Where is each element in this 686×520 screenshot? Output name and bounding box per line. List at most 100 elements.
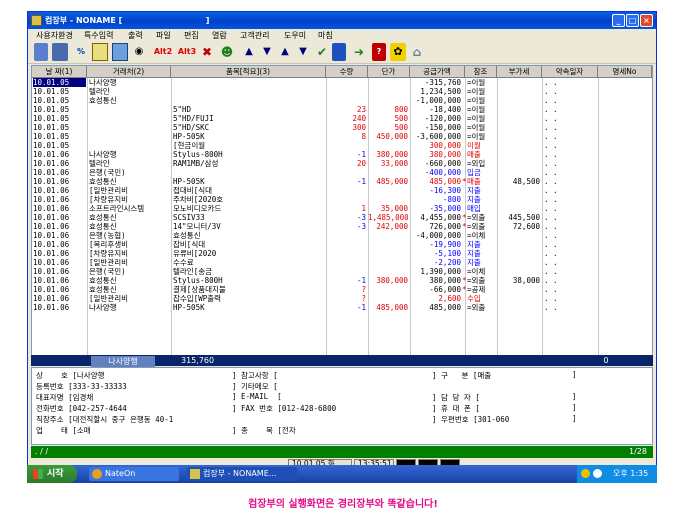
table-row[interactable]: 10.01.05 [현금이월 300,000 이월 . . xyxy=(32,141,652,150)
cell-amount: -400,000 xyxy=(424,168,461,177)
table-row[interactable]: 10.01.05 5"HD/SKC 300 500 -150,000 =이월 . . xyxy=(32,123,652,132)
cell-qty xyxy=(326,96,366,105)
table-row[interactable]: 10.01.06 나사양행 Stylus-800H -1 380,000 380,000 매… xyxy=(32,150,652,159)
cell-vat xyxy=(497,303,540,312)
cell-price: 800 xyxy=(394,105,408,114)
table-row[interactable]: 10.01.05 효성통신 -1,000,000 =이월 . . xyxy=(32,96,652,105)
info-rep[interactable]: 대표자명 [임경채 xyxy=(36,392,93,403)
table-row[interactable]: 10.01.05 5"HD/FUJI 240 500 -120,000 =이월 . . xyxy=(32,114,652,123)
smiley-icon[interactable]: ☻ xyxy=(218,43,236,61)
info-zip[interactable]: ] 우편번호 [301-060 xyxy=(432,414,509,425)
report-icon[interactable] xyxy=(112,43,128,61)
info-mobile[interactable]: ] 휴 대 폰 [ xyxy=(432,403,480,414)
menu-help[interactable]: 도우미 xyxy=(284,30,306,41)
last-record-icon[interactable]: ▼ xyxy=(296,43,310,61)
flower-icon[interactable]: ✿ xyxy=(390,43,406,61)
info-memo[interactable]: ] 기타메모 [ xyxy=(232,381,278,392)
delete-icon[interactable]: ✖ xyxy=(200,43,214,61)
col-amount[interactable]: 공급가액 xyxy=(410,66,465,77)
table-row[interactable]: 10.01.06 효성통신 14"모니터/3V -3 242,000 726,000 =외출… xyxy=(32,222,652,231)
table-row[interactable]: 10.01.06 효성통신 Stylus-800H -1 380,000 380,000 =… xyxy=(32,276,652,285)
info-category[interactable]: ] 구 분 [매출 xyxy=(432,370,491,381)
table-row[interactable]: 10.01.06 [일반관리비 접대비[식대 -16,300 지출 . . xyxy=(32,186,652,195)
maximize-button[interactable]: □ xyxy=(626,14,639,27)
help-icon[interactable]: ? xyxy=(372,43,386,61)
table-row[interactable]: 10.01.06 소프트라인시스템 모노비디오카드 1 35,000 -35,000 매입 … xyxy=(32,204,652,213)
table-row[interactable]: 10.01.05 텔라인 1,234,500 =이월 . . xyxy=(32,87,652,96)
table-row[interactable]: 10.01.05 5"HD 23 800 -18,400 =이월 . . xyxy=(32,105,652,114)
info-fax[interactable]: ] FAX 번호 [012-428-6800 xyxy=(232,403,336,414)
info-refs[interactable]: ] 참고사항 [ xyxy=(232,370,278,381)
next-record-icon[interactable]: ▲ xyxy=(278,43,292,61)
export-icon[interactable]: ➜ xyxy=(352,43,366,61)
alt3-button[interactable]: Alt3 xyxy=(176,43,198,61)
cell-amount: -1,000,000 xyxy=(415,96,461,105)
menu-customer[interactable]: 고객관리 xyxy=(240,30,269,41)
cell-ref: =외출 xyxy=(467,276,486,285)
table-row[interactable]: 10.01.06 효성통신 SCSIV33 -3 1,485,000 4,455,000 =… xyxy=(32,213,652,222)
save-icon[interactable] xyxy=(332,43,346,61)
first-record-icon[interactable]: ▲ xyxy=(242,43,256,61)
col-ref[interactable]: 참조 xyxy=(465,66,497,77)
tray-icon[interactable] xyxy=(593,469,602,478)
cell-no xyxy=(600,96,650,105)
table-row[interactable]: 10.01.06 나사양행 HP-505K -1 485,000 485,000 =외출 .… xyxy=(32,303,652,312)
start-button[interactable]: 시작 xyxy=(27,465,77,483)
table-row[interactable]: 10.01.06 은행(국민) 텔라인[송금 1,390,000 =이체 . . xyxy=(32,267,652,276)
info-regno[interactable]: 등록번호 [333-33-33333 xyxy=(36,381,127,392)
taskbar-item-nateon[interactable]: NateOn xyxy=(89,467,179,481)
alt2-button[interactable]: Alt2 xyxy=(152,43,174,61)
table-row[interactable]: 10.01.06 은행(국민) -400,000 입금 . . xyxy=(32,168,652,177)
close-button[interactable]: × xyxy=(640,14,653,27)
folder-icon[interactable] xyxy=(34,43,48,61)
table-row[interactable]: 10.01.06 효성통신 HP-505K -1 485,000 485,000 매출 48,… xyxy=(32,177,652,186)
info-email[interactable]: ] E-MAIL [ xyxy=(232,392,282,401)
info-address[interactable]: 직장주소 [대전직할시 중구 은행동 40-1 xyxy=(36,414,173,425)
table-row[interactable]: 10.01.05 나사양행 -315,760 =이월 . . xyxy=(32,78,652,87)
table-row[interactable]: 10.01.06 [일반관리비 수수료 -2,200 지출 . . xyxy=(32,258,652,267)
info-item[interactable]: ] 종 목 [전자 xyxy=(232,425,296,436)
cell-ref: =외출 xyxy=(467,222,486,231)
menu-special-input[interactable]: 특수입력 xyxy=(84,30,113,41)
cell-no xyxy=(600,258,650,267)
table-row[interactable]: 10.01.06 [차량유지비 유류비[2020 -5,100 지출 . . xyxy=(32,249,652,258)
table-row[interactable]: 10.01.06 텔라인 RAM1MB/삼성 20 33,000 -660,000 =외입 … xyxy=(32,159,652,168)
menu-exit[interactable]: 마침 xyxy=(318,30,333,41)
menu-edit[interactable]: 편집 xyxy=(184,30,199,41)
col-client[interactable]: 거래처(2) xyxy=(87,66,171,77)
cell-vat xyxy=(497,249,540,258)
col-qty[interactable]: 수량 xyxy=(326,66,368,77)
minimize-button[interactable]: _ xyxy=(612,14,625,27)
printer-icon[interactable] xyxy=(52,43,68,61)
checkmark-icon[interactable]: ✔ xyxy=(314,43,330,61)
ledger-icon[interactable] xyxy=(92,43,108,61)
col-promise[interactable]: 약속일자 xyxy=(542,66,598,77)
table-row[interactable]: 10.01.05 HP-505K 8 450,000 -3,600,000 =이월 . . xyxy=(32,132,652,141)
title-bar[interactable]: 컴장부 - NONAME [ ] _ □ × xyxy=(28,12,656,29)
calc-icon[interactable]: % xyxy=(72,43,90,61)
table-row[interactable]: 10.01.06 [복리후생비 잡비[식대 -19,900 지출 . . xyxy=(32,240,652,249)
menu-print[interactable]: 출력 xyxy=(128,30,143,41)
menu-view[interactable]: 열람 xyxy=(212,30,227,41)
home-icon[interactable]: ⌂ xyxy=(410,43,424,61)
tray-icon[interactable] xyxy=(581,469,590,478)
table-row[interactable]: 10.01.06 효성통신 결제[상품대지불? -66,000 =공제 . . * xyxy=(32,285,652,294)
taskbar-item-app[interactable]: 컴장부 - NONAME... xyxy=(187,467,297,481)
cell-item: RAM1MB/삼성 xyxy=(173,159,219,168)
menu-file[interactable]: 파일 xyxy=(156,30,171,41)
binoculars-icon[interactable]: ◉ xyxy=(132,43,146,61)
info-phone[interactable]: 전화번호 [042-257-4644 xyxy=(36,403,127,414)
info-manager[interactable]: ] 담 당 자 [ xyxy=(432,392,480,403)
table-row[interactable]: 10.01.06 [차량유지비 주차비[2020호 -800 지출 . . xyxy=(32,195,652,204)
col-date[interactable]: 날 짜(1) xyxy=(32,66,87,77)
col-price[interactable]: 단가 xyxy=(368,66,410,77)
table-row[interactable]: 10.01.06 은행(농협) 효성통신 -4,000,000 =이체 . . xyxy=(32,231,652,240)
col-no[interactable]: 명세No xyxy=(598,66,652,77)
col-vat[interactable]: 부가세 xyxy=(497,66,542,77)
info-company[interactable]: 상 호 [나사양행 xyxy=(36,370,105,381)
col-item[interactable]: 품목[적요](3) xyxy=(171,66,326,77)
menu-settings[interactable]: 사용자환경 xyxy=(36,30,73,41)
info-biztype[interactable]: 업 태 [소매 xyxy=(36,425,91,436)
prev-record-icon[interactable]: ▼ xyxy=(260,43,274,61)
table-row[interactable]: 10.01.06 [일반관리비 잡수입[WP출력? 2,600 수입 . . xyxy=(32,294,652,303)
